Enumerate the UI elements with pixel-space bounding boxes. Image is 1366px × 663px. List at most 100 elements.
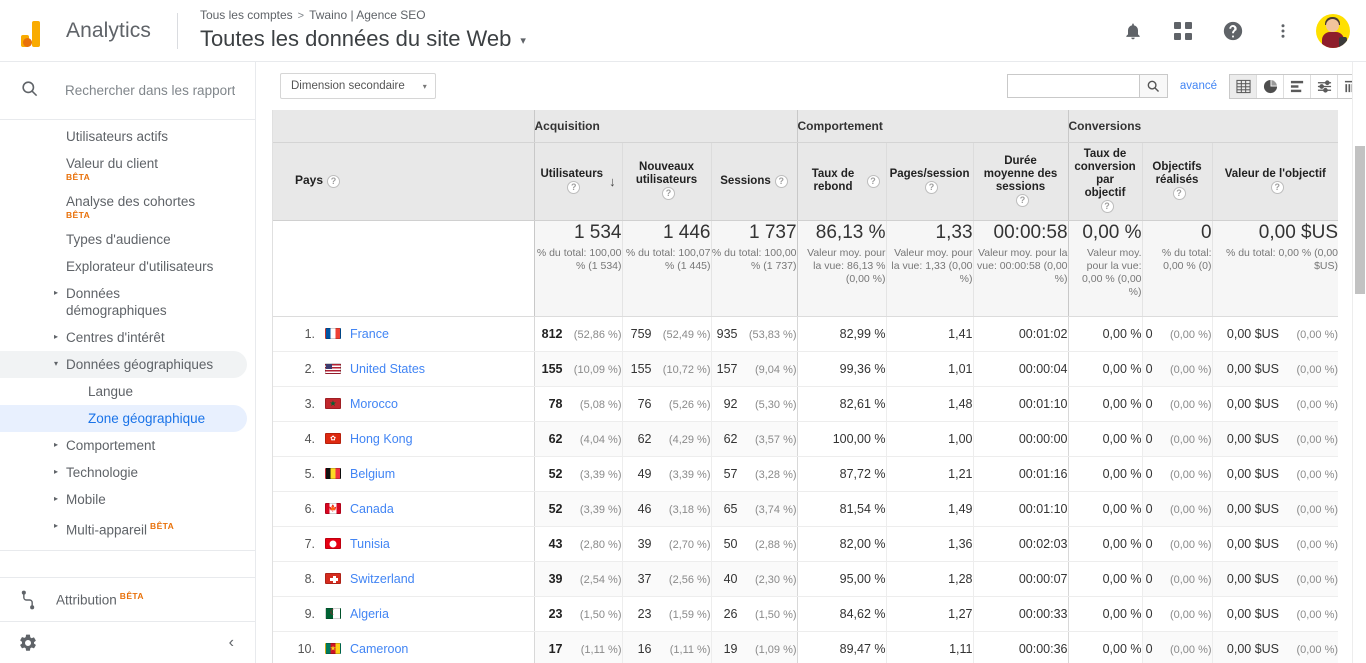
sidebar-item-valeur-du-client[interactable]: ▸Valeur du clientBÊTA	[0, 150, 256, 188]
secondary-dimension-dropdown[interactable]: Dimension secondaire ▾	[280, 73, 436, 99]
help-icon[interactable]: ?	[1016, 193, 1030, 207]
sidebar-item-donn-es-g-ographiques[interactable]: ▾ Données géographiques	[0, 351, 247, 378]
help-icon[interactable]: ?	[327, 174, 341, 188]
sidebar-item-technologie[interactable]: ▸ Technologie	[0, 459, 256, 486]
gear-icon[interactable]	[0, 633, 56, 653]
sidebar-item-multi-appareil[interactable]: ▸ Multi-appareil BÊTA	[0, 513, 256, 544]
table-row[interactable]: 6. Canada 52 (3,39 %) 46 (3,18 %) 65 (3,74 %) 81…	[273, 491, 1339, 527]
column-header-taux-conversion[interactable]: Taux de conversion par objectif?	[1067, 142, 1143, 221]
pie-chart-icon[interactable]	[1257, 74, 1284, 98]
users-value: 62	[548, 431, 563, 446]
country-link[interactable]: Morocco	[350, 397, 398, 411]
help-icon[interactable]: ?	[866, 174, 880, 188]
column-header-objectifs-realises[interactable]: Objectifs réalisés?	[1141, 142, 1213, 221]
help-icon[interactable]: ?	[662, 187, 675, 201]
sessions-value: 19	[723, 641, 738, 656]
sidebar-item-centres-d-int-r-t[interactable]: ▸ Centres d'intérêt	[0, 324, 256, 351]
help-icon[interactable]: ?	[925, 180, 939, 194]
more-vertical-icon[interactable]	[1266, 14, 1300, 48]
table-row[interactable]: 4. Hong Kong 62 (4,04 %) 62 (4,29 %) 62 (3,57 %…	[273, 421, 1339, 457]
chevron-right-icon[interactable]: ▸	[46, 283, 66, 297]
sidebar-item-donn-es-d-mographiques[interactable]: ▸ Données démographiques	[0, 280, 256, 324]
chevron-right-icon[interactable]: ▸	[46, 516, 66, 530]
table-row[interactable]: 1. France 812 (52,86 %) 759 (52,49 %) 935 (53,8…	[273, 316, 1339, 352]
sidebar-item-mobile[interactable]: ▸ Mobile	[0, 486, 256, 513]
scrollbar-thumb[interactable]	[1355, 146, 1365, 294]
avatar[interactable]	[1316, 13, 1350, 48]
sidebar-item-types-d-audience[interactable]: ▸Types d'audience	[0, 226, 256, 253]
chevron-down-icon[interactable]: ▾	[46, 354, 66, 368]
column-header-taux-de-rebond[interactable]: Taux de rebond?	[796, 142, 887, 221]
sidebar-search[interactable]	[0, 62, 255, 120]
table-search-input[interactable]	[1007, 75, 1139, 97]
view-selector[interactable]: Toutes les données du site Web ▾	[200, 25, 526, 53]
search-input[interactable]	[65, 83, 235, 98]
table-row[interactable]: 5. Belgium 52 (3,39 %) 49 (3,39 %) 57 (3,28 %) 8…	[273, 456, 1339, 492]
bell-icon[interactable]	[1116, 14, 1150, 48]
table-row[interactable]: 3. Morocco 78 (5,08 %) 76 (5,26 %) 92 (5,30 %) 8…	[273, 386, 1339, 422]
column-header-pays[interactable]: Pays?	[273, 142, 534, 221]
breadcrumb-property[interactable]: Twaino | Agence SEO	[309, 8, 426, 22]
column-header-valeur-objectif[interactable]: Valeur de l'objectif?	[1211, 142, 1339, 221]
column-label: Taux de rebond	[811, 168, 855, 193]
comparison-icon[interactable]	[1311, 74, 1338, 98]
sidebar-item-attribution[interactable]: Attribution BÊTA	[0, 577, 256, 621]
country-link[interactable]: Canada	[350, 502, 394, 516]
goal-value-value: 0,00 $US	[1226, 641, 1280, 656]
chevron-right-icon[interactable]: ▸	[46, 327, 66, 341]
help-icon[interactable]: ?	[1172, 187, 1186, 201]
sidebar-item-analyse-des-cohortes[interactable]: ▸Analyse des cohortesBÊTA	[0, 188, 256, 226]
table-search[interactable]	[1006, 74, 1168, 98]
country-link[interactable]: Tunisia	[350, 537, 390, 551]
bar-chart-icon[interactable]	[1284, 74, 1311, 98]
chevron-right-icon[interactable]: ▸	[46, 489, 66, 503]
sidebar-footer: ‹	[0, 621, 256, 663]
sidebar-item-label: Utilisateurs actifs	[66, 129, 169, 144]
column-header-pages-session[interactable]: Pages/session?	[885, 142, 974, 221]
column-header-duree-moyenne[interactable]: Durée moyenne des sessions?	[972, 142, 1069, 221]
users-value: 43	[548, 536, 563, 551]
totals-subtext: % du total: 0,00 % (0)	[1161, 246, 1212, 272]
help-icon[interactable]: ?	[774, 174, 788, 188]
advanced-filter-link[interactable]: avancé	[1180, 80, 1217, 92]
table-row[interactable]: 10. Cameroon 17 (1,11 %) 16 (1,11 %) 19 (1,09 %…	[273, 631, 1339, 663]
breadcrumb-account[interactable]: Tous les comptes	[200, 8, 293, 22]
table-grid-icon[interactable]	[1230, 74, 1257, 98]
help-icon[interactable]: ?	[567, 180, 581, 194]
chevron-right-icon[interactable]: ▸	[46, 462, 66, 476]
goal-completions-percent: (0,00 %)	[1169, 433, 1212, 446]
country-link[interactable]: Switzerland	[350, 572, 415, 586]
help-icon[interactable]: ?	[1100, 200, 1114, 214]
sidebar-item-langue[interactable]: ▸ Langue	[0, 378, 256, 405]
table-row[interactable]: 8. Switzerland 39 (2,54 %) 37 (2,56 %) 40 (2,30…	[273, 561, 1339, 597]
help-icon[interactable]: ?	[1270, 180, 1284, 194]
help-circle-icon[interactable]	[1216, 14, 1250, 48]
country-link[interactable]: Cameroon	[350, 642, 408, 656]
new-users-percent: (52,49 %)	[662, 328, 711, 341]
avg-session-duration-cell: 00:01:16	[972, 456, 1069, 492]
table-row[interactable]: 2. United States 155 (10,09 %) 155 (10,72 %) 1…	[273, 351, 1339, 387]
country-link[interactable]: Belgium	[350, 467, 395, 481]
collapse-sidebar-button[interactable]: ‹	[229, 634, 234, 652]
country-link[interactable]: France	[350, 327, 389, 341]
page-scrollbar[interactable]	[1352, 62, 1366, 663]
sidebar-item-explorateur-d-utilisateurs[interactable]: ▸Explorateur d'utilisateurs	[0, 253, 256, 280]
table-row[interactable]: 9. Algeria 23 (1,50 %) 23 (1,59 %) 26 (1,50 %) 8…	[273, 596, 1339, 632]
country-link[interactable]: Algeria	[350, 607, 389, 621]
country-link[interactable]: United States	[350, 362, 425, 376]
sidebar-item-utilisateurs-actifs[interactable]: ▸Utilisateurs actifs	[0, 123, 256, 150]
column-header-nouveaux-utilisateurs[interactable]: Nouveaux utilisateurs?	[621, 142, 711, 221]
sidebar-item-zone-g-ographique[interactable]: ▸ Zone géographique	[0, 405, 247, 432]
totals-value: 0	[1200, 221, 1212, 243]
chevron-right-icon[interactable]: ▸	[46, 435, 66, 449]
column-header-sessions[interactable]: Sessions?	[710, 142, 798, 221]
users-value: 23	[548, 606, 563, 621]
column-header-utilisateurs[interactable]: Utilisateurs? ↓	[533, 142, 622, 221]
sort-desc-icon[interactable]: ↓	[609, 175, 616, 188]
country-link[interactable]: Hong Kong	[350, 432, 413, 446]
table-row[interactable]: 7. Tunisia 43 (2,80 %) 39 (2,70 %) 50 (2,88 %) 8…	[273, 526, 1339, 562]
sidebar-item-comportement[interactable]: ▸ Comportement	[0, 432, 256, 459]
search-button[interactable]	[1138, 75, 1167, 97]
spacer: ▸	[46, 229, 66, 243]
apps-grid-icon[interactable]	[1166, 14, 1200, 48]
